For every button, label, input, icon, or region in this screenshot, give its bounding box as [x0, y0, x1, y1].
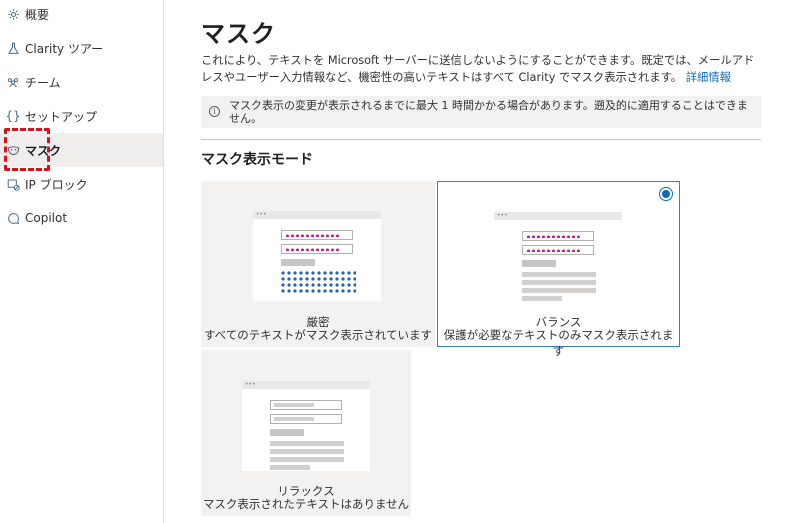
- chat-icon: [6, 211, 20, 225]
- sidebar-item-label: Clarity ツアー: [25, 41, 104, 56]
- sidebar-item-label: IP ブロック: [25, 177, 88, 192]
- sidebar-item-label: 概要: [25, 7, 50, 22]
- sidebar: 概要 Clarity ツアー チーム {} セットアップ マスク IP ブロック…: [0, 0, 164, 523]
- sidebar-item-overview[interactable]: 概要: [0, 0, 163, 31]
- mode-card-strict[interactable]: ••• 厳密 すべてのテキストがマスク表示されています: [201, 181, 435, 347]
- relaxed-preview-illustration: •••: [242, 381, 370, 471]
- divider: [201, 139, 761, 140]
- sidebar-item-clarity-tour[interactable]: Clarity ツアー: [0, 31, 163, 65]
- gear-icon: [6, 7, 20, 21]
- sidebar-item-label: Copilot: [25, 211, 68, 225]
- sidebar-item-copilot[interactable]: Copilot: [0, 201, 163, 235]
- selected-radio-icon[interactable]: [659, 187, 673, 201]
- strict-preview-illustration: •••: [253, 211, 381, 301]
- people-icon: [6, 75, 20, 89]
- section-title: マスク表示モード: [201, 152, 313, 168]
- braces-icon: {}: [5, 109, 21, 123]
- mode-card-balanced[interactable]: ••• バランス 保護が必要なテキストのみマスク表示されます: [437, 181, 680, 358]
- mode-description: すべてのテキストがマスク表示されています: [203, 328, 433, 342]
- flask-icon: [6, 41, 20, 55]
- sidebar-item-ip-block[interactable]: IP ブロック: [0, 167, 163, 201]
- sidebar-item-team[interactable]: チーム: [0, 65, 163, 99]
- main-content: マスク これにより、テキストを Microsoft サーバーに送信しないようにす…: [165, 0, 800, 523]
- page-description: これにより、テキストを Microsoft サーバーに送信しないようにすることが…: [201, 52, 761, 86]
- balanced-preview-illustration: •••: [494, 212, 622, 302]
- description-text: これにより、テキストを Microsoft サーバーに送信しないようにすることが…: [201, 54, 755, 84]
- page-title: マスク: [201, 20, 276, 48]
- sidebar-item-label: マスク: [25, 143, 62, 158]
- sidebar-item-label: チーム: [25, 75, 61, 90]
- sidebar-item-masking[interactable]: マスク: [0, 133, 163, 167]
- mask-icon: [6, 143, 20, 157]
- sidebar-item-setup[interactable]: {} セットアップ: [0, 99, 163, 133]
- ip-block-icon: [6, 177, 20, 191]
- sidebar-item-label: セットアップ: [25, 109, 98, 124]
- notice-text: マスク表示の変更が表示されるまでに最大 1 時間かかる場合があります。遡及的に適…: [229, 99, 748, 125]
- notice-banner: i マスク表示の変更が表示されるまでに最大 1 時間かかる場合があります。遡及的…: [201, 96, 761, 128]
- info-icon: i: [209, 106, 220, 117]
- mode-description: マスク表示されたテキストはありません: [202, 497, 410, 511]
- mode-card-relaxed[interactable]: ••• リラックス マスク表示されたテキストはありません: [201, 350, 411, 516]
- mode-description: 保護が必要なテキストのみマスク表示されます: [443, 328, 674, 358]
- learn-more-link[interactable]: 詳細情報: [686, 71, 731, 84]
